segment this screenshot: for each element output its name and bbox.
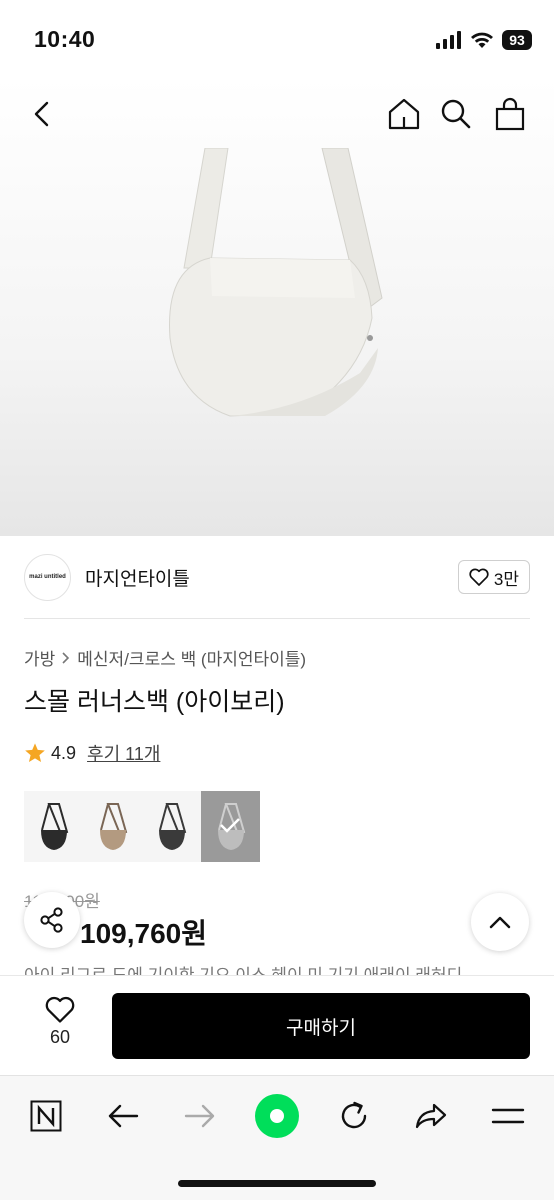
- naver-green-dot-icon: [255, 1094, 299, 1138]
- menu-icon: [491, 1108, 525, 1124]
- bag-thumbnail-black: [40, 802, 68, 850]
- brand-name[interactable]: 마지언타이틀: [85, 564, 190, 591]
- swatch-black[interactable]: [24, 791, 83, 862]
- search-icon: [441, 99, 471, 129]
- share-button[interactable]: [24, 892, 80, 948]
- brand-logo[interactable]: mazi untitled: [24, 553, 71, 601]
- heart-icon: [45, 996, 75, 1023]
- shopping-bag-icon: [495, 97, 525, 131]
- arrow-right-icon: [184, 1104, 215, 1128]
- arrow-left-icon: [108, 1104, 139, 1128]
- buy-button[interactable]: 구매하기: [112, 993, 530, 1059]
- search-button[interactable]: [434, 92, 478, 136]
- cart-button[interactable]: [488, 92, 532, 136]
- checkmark-icon: [220, 818, 240, 833]
- bag-thumbnail-beige: [99, 802, 127, 850]
- status-bar: 10:40 93: [0, 0, 554, 78]
- home-icon: [388, 98, 420, 130]
- wish-button[interactable]: 60: [34, 996, 86, 1048]
- naver-button[interactable]: [22, 1092, 70, 1140]
- purchase-bar: 60 구매하기: [0, 975, 554, 1075]
- share-arrow-icon: [415, 1103, 447, 1129]
- wifi-icon: [471, 32, 493, 48]
- heart-outline-icon: [469, 568, 489, 586]
- swatch-charcoal[interactable]: [142, 791, 201, 862]
- divider: [24, 618, 530, 619]
- wish-count: 60: [49, 1027, 71, 1047]
- home-indicator: [178, 1180, 376, 1187]
- status-icons: 93: [436, 30, 532, 50]
- star-icon: [25, 743, 45, 762]
- brand-like-count: 3만: [493, 569, 519, 589]
- brand-like-button[interactable]: 3만: [457, 560, 530, 594]
- top-navigation: [0, 78, 554, 150]
- product-hero-image[interactable]: [0, 78, 554, 536]
- swatch-beige[interactable]: [83, 791, 142, 862]
- browser-share-button[interactable]: [407, 1092, 455, 1140]
- color-options: [24, 791, 260, 862]
- share-icon: [40, 907, 63, 933]
- review-link[interactable]: 후기 11개: [87, 740, 160, 766]
- brand-row[interactable]: mazi untitled 마지언타이틀 3만: [24, 548, 530, 606]
- refresh-button[interactable]: [330, 1092, 378, 1140]
- browser-forward-button[interactable]: [176, 1092, 224, 1140]
- breadcrumb-category[interactable]: 가방: [24, 645, 55, 670]
- naver-logo-icon: [30, 1100, 62, 1132]
- rating-value: 4.9: [51, 742, 77, 763]
- signal-icon: [436, 31, 461, 49]
- chevron-right-icon: [62, 651, 70, 664]
- product-title: 스몰 러너스백 (아이보리): [24, 688, 285, 716]
- product-bag-image: [169, 148, 383, 417]
- bag-thumbnail-charcoal: [158, 802, 186, 850]
- back-button[interactable]: [20, 92, 64, 136]
- back-arrow-icon: [34, 101, 49, 127]
- chevron-up-icon: [489, 916, 511, 929]
- scroll-top-button[interactable]: [471, 893, 529, 951]
- rating-row: 4.9 후기 11개: [24, 740, 160, 766]
- naver-green-button[interactable]: [253, 1092, 301, 1140]
- home-button[interactable]: [382, 92, 426, 136]
- status-time: 10:40: [34, 26, 96, 52]
- sale-price: 109,760원: [80, 918, 207, 949]
- browser-back-button[interactable]: [99, 1092, 147, 1140]
- swatch-ivory-selected[interactable]: [201, 791, 260, 862]
- browser-menu-button[interactable]: [484, 1092, 532, 1140]
- refresh-icon: [341, 1101, 367, 1129]
- breadcrumb-subcategory[interactable]: 메신저/크로스 백 (마지언타이틀): [77, 645, 306, 670]
- breadcrumb: 가방 메신저/크로스 백 (마지언타이틀): [24, 645, 306, 670]
- battery-indicator: 93: [502, 30, 532, 50]
